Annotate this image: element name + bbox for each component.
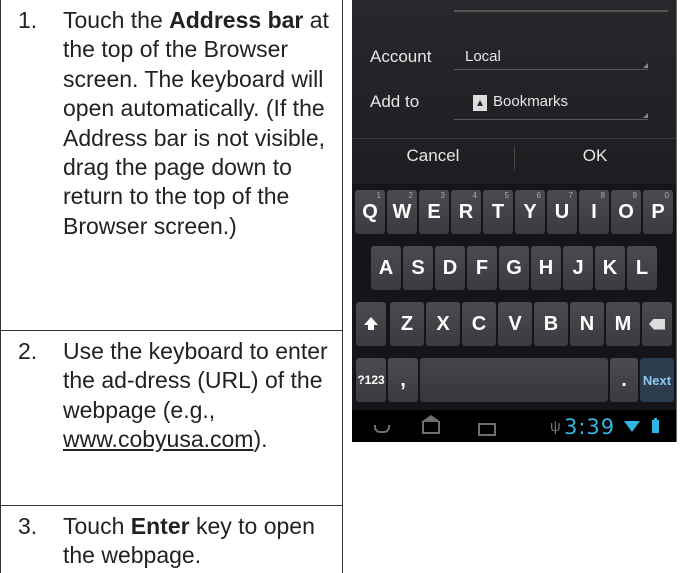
dialog-divider: [352, 138, 676, 139]
key-j[interactable]: J: [563, 246, 593, 290]
url-example-link[interactable]: www.cobyusa.com: [63, 426, 253, 452]
key-number-hint: 9: [632, 191, 637, 200]
key-label: R: [458, 200, 474, 223]
key-d[interactable]: D: [435, 246, 465, 290]
key-label: U: [554, 200, 570, 223]
key-c[interactable]: C: [462, 302, 496, 346]
key-s[interactable]: S: [403, 246, 433, 290]
key-z[interactable]: Z: [390, 302, 424, 346]
back-icon[interactable]: [374, 425, 390, 433]
key-label: Q: [362, 200, 378, 223]
key-r[interactable]: 4R: [451, 190, 481, 234]
key-k[interactable]: K: [595, 246, 625, 290]
key-number-hint: 7: [568, 191, 573, 200]
key-f[interactable]: F: [467, 246, 497, 290]
key-m[interactable]: M: [606, 302, 640, 346]
add-bookmark-dialog: Account Local Add to Bookmarks Cancel OK: [352, 0, 676, 184]
enter-key-term: Enter: [130, 513, 190, 539]
soft-keyboard: 1Q2W3E4R5T6Y7U8I9O0P ASDFGHJKL ZXCVBNM ?…: [352, 184, 676, 410]
ok-button[interactable]: OK: [514, 146, 676, 166]
dropdown-corner-icon: [643, 113, 648, 118]
system-bar: ψ 3:39: [352, 410, 676, 442]
key-label: Y: [523, 200, 537, 223]
step-number: 1.: [18, 7, 38, 33]
backspace-key[interactable]: [642, 302, 672, 346]
key-n[interactable]: N: [570, 302, 604, 346]
step-text: Use the keyboard to enter the ad-dress (…: [63, 338, 328, 453]
key-v[interactable]: V: [498, 302, 532, 346]
key-number-hint: 8: [600, 191, 605, 200]
add-to-value[interactable]: Bookmarks: [493, 93, 568, 110]
key-x[interactable]: X: [426, 302, 460, 346]
home-icon[interactable]: [421, 415, 441, 434]
shift-icon: [364, 317, 378, 330]
step-1: 1. Touch the Address bar at the top of t…: [1, 0, 342, 331]
step-2: 2. Use the keyboard to enter the ad-dres…: [1, 331, 342, 506]
step-number: 3.: [18, 513, 38, 539]
account-label: Account: [370, 47, 432, 66]
key-label: I: [591, 200, 597, 223]
key-w[interactable]: 2W: [387, 190, 417, 234]
key-number-hint: 1: [376, 191, 381, 200]
space-key[interactable]: [420, 358, 608, 402]
key-number-hint: 4: [472, 191, 477, 200]
key-number-hint: 3: [440, 191, 445, 200]
add-to-underline: [454, 119, 648, 120]
key-l[interactable]: L: [627, 246, 657, 290]
comma-key[interactable]: ,: [388, 358, 418, 402]
key-number-hint: 0: [664, 191, 669, 200]
cancel-button[interactable]: Cancel: [352, 146, 514, 166]
key-label: P: [651, 200, 665, 223]
key-o[interactable]: 9O: [611, 190, 641, 234]
label-field[interactable]: [454, 0, 668, 12]
period-key[interactable]: .: [610, 358, 638, 402]
key-p[interactable]: 0P: [643, 190, 673, 234]
symbols-key[interactable]: ?123: [356, 358, 386, 402]
backspace-icon: [649, 318, 665, 330]
address-bar-term: Address bar: [169, 7, 304, 33]
key-h[interactable]: H: [531, 246, 561, 290]
key-b[interactable]: B: [534, 302, 568, 346]
step-text: Touch the Address bar at the top of the …: [63, 7, 329, 239]
key-e[interactable]: 3E: [419, 190, 449, 234]
key-number-hint: 6: [536, 191, 541, 200]
shift-key[interactable]: [356, 302, 386, 346]
key-label: E: [427, 200, 441, 223]
recent-apps-icon[interactable]: [478, 423, 496, 436]
key-number-hint: 2: [408, 191, 413, 200]
step-text: Touch Enter key to open the webpage.: [63, 513, 315, 569]
key-t[interactable]: 5T: [483, 190, 513, 234]
key-i[interactable]: 8I: [579, 190, 609, 234]
steps-table: 1. Touch the Address bar at the top of t…: [0, 0, 343, 573]
key-label: W: [392, 200, 412, 223]
step-number: 2.: [18, 338, 38, 364]
key-number-hint: 5: [504, 191, 509, 200]
key-u[interactable]: 7U: [547, 190, 577, 234]
step-3: 3. Touch Enter key to open the webpage.: [1, 506, 342, 573]
key-g[interactable]: G: [499, 246, 529, 290]
key-a[interactable]: A: [371, 246, 401, 290]
key-label: O: [618, 200, 634, 223]
next-key[interactable]: Next: [640, 358, 674, 402]
add-to-label: Add to: [370, 92, 420, 111]
bookmark-icon: [473, 95, 487, 111]
key-y[interactable]: 6Y: [515, 190, 545, 234]
wifi-icon: [624, 421, 640, 432]
account-underline: [454, 69, 648, 70]
phone-screenshot: Account Local Add to Bookmarks Cancel OK…: [352, 0, 677, 442]
battery-icon: [652, 418, 659, 433]
dropdown-corner-icon: [643, 63, 648, 68]
key-label: T: [491, 200, 505, 223]
key-q[interactable]: 1Q: [355, 190, 385, 234]
usb-icon: ψ: [550, 418, 561, 435]
status-clock: 3:39: [564, 415, 616, 439]
account-value[interactable]: Local: [465, 48, 501, 65]
